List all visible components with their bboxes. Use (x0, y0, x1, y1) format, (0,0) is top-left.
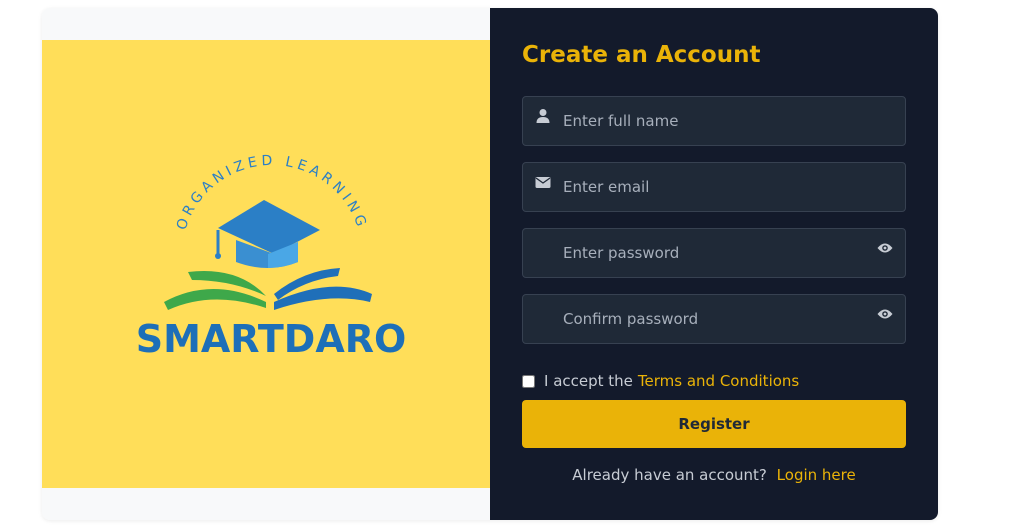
login-row: Already have an account? Login here (490, 466, 938, 484)
terms-label: I accept the (544, 372, 633, 390)
form-title: Create an Account (522, 42, 761, 68)
password-field (522, 228, 906, 278)
eye-icon[interactable] (877, 308, 893, 320)
terms-checkbox[interactable] (522, 374, 535, 388)
register-button[interactable]: Register (522, 400, 906, 448)
full-name-input[interactable] (523, 97, 905, 145)
branding-panel: ORGANIZED LEARNING SMARTDARO (42, 8, 490, 520)
smartdaro-logo: ORGANIZED LEARNING SMARTDARO (136, 153, 407, 361)
terms-row: I accept the Terms and Conditions (522, 371, 799, 391)
logo-area: ORGANIZED LEARNING SMARTDARO (42, 40, 490, 488)
logo-wordmark: SMARTDARO (136, 317, 407, 361)
terms-link[interactable]: Terms and Conditions (638, 372, 799, 390)
confirm-password-input[interactable] (523, 295, 905, 343)
form-panel: Create an Account Enter full name Enter … (490, 8, 938, 520)
eye-icon[interactable] (877, 242, 893, 254)
email-field (522, 162, 906, 212)
password-input[interactable] (523, 229, 905, 277)
login-prompt: Already have an account? (572, 466, 767, 484)
confirm-password-field (522, 294, 906, 344)
full-name-field (522, 96, 906, 146)
login-link[interactable]: Login here (777, 466, 856, 484)
register-card: ORGANIZED LEARNING SMARTDARO Create an A… (42, 8, 938, 520)
email-input[interactable] (523, 163, 905, 211)
